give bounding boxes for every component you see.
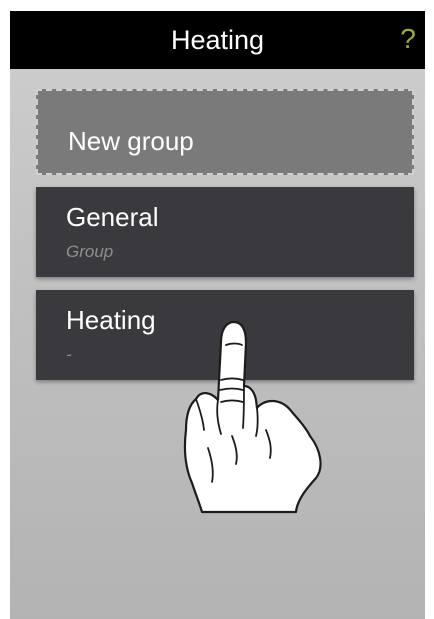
app-screen: Heating ? New group General Group Heatin… [10, 11, 425, 619]
new-group-label: New group [68, 126, 194, 156]
group-item-heating[interactable]: Heating - [36, 290, 414, 380]
top-bar: Heating ? [10, 11, 425, 69]
help-button[interactable]: ? [397, 22, 419, 58]
group-item-subtitle: - [66, 345, 72, 364]
group-item-general[interactable]: General Group [36, 187, 414, 277]
page-title: Heating [170, 25, 265, 55]
group-item-subtitle: Group [66, 242, 114, 261]
new-group-button[interactable]: New group [36, 89, 414, 175]
group-item-title: Heating [66, 305, 156, 335]
group-item-title: General [66, 202, 159, 232]
